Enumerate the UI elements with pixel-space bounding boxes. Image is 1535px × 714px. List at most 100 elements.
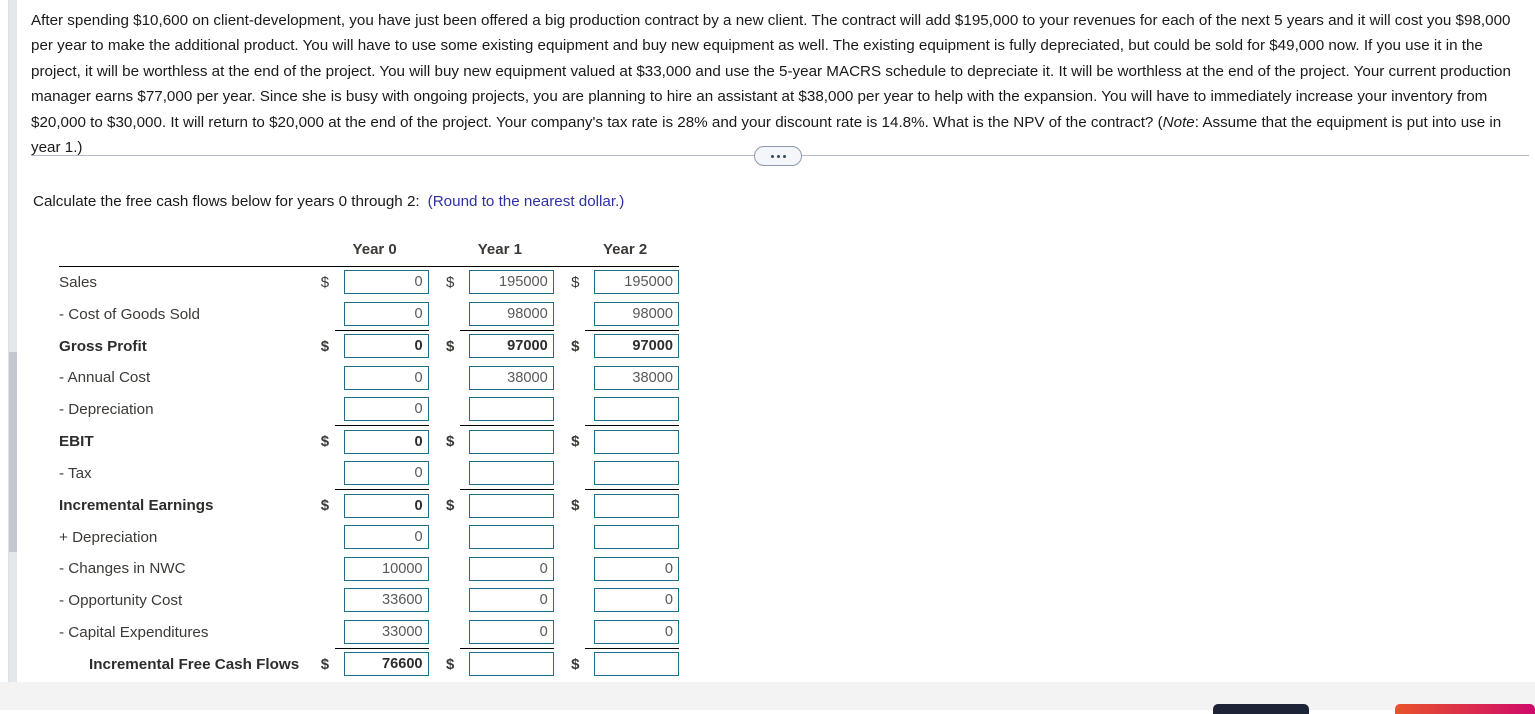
column-gap (429, 553, 446, 585)
more-options-icon[interactable] (754, 146, 802, 166)
currency-symbol: $ (445, 655, 455, 673)
input-cell (334, 329, 429, 362)
header-spacer (59, 234, 321, 266)
currency-symbol: $ (445, 497, 455, 514)
cell-input[interactable] (468, 525, 554, 550)
cell-input[interactable] (468, 429, 554, 454)
table-row: - Depreciation (59, 394, 679, 426)
cell-input[interactable] (468, 301, 554, 326)
cell-input[interactable] (343, 556, 429, 581)
currency-symbol (446, 553, 460, 585)
currency-symbol (571, 585, 585, 617)
currency-symbol (321, 362, 335, 394)
column-gap (429, 585, 446, 617)
input-cell (585, 616, 679, 648)
input-cell (585, 362, 679, 394)
currency-symbol (571, 362, 585, 394)
row-label: - Changes in NWC (59, 560, 186, 578)
cell-input[interactable] (343, 525, 429, 550)
cell-input[interactable] (594, 525, 679, 550)
worksheet-table: Year 0 Year 1 Year 2 Sales$$$- Cost of G… (59, 234, 679, 680)
cell-input[interactable] (594, 652, 679, 677)
cell-input[interactable] (343, 588, 429, 613)
cell-input[interactable] (594, 556, 679, 581)
cell-input[interactable] (343, 493, 429, 518)
cell-input[interactable] (468, 619, 554, 644)
cell-input[interactable] (594, 334, 679, 359)
column-gap (429, 490, 446, 522)
column-gap (429, 648, 446, 680)
input-cell (334, 647, 429, 680)
cell-input[interactable] (468, 652, 554, 677)
input-cell (460, 489, 554, 522)
column-gap (554, 648, 571, 680)
column-gap (429, 330, 446, 362)
column-header-year-0: Year 0 (352, 241, 397, 259)
row-label: Incremental Free Cash Flows (89, 655, 300, 673)
input-cell (585, 585, 679, 617)
cell-input[interactable] (343, 365, 429, 390)
table-row: Incremental Earnings $ $ $ (59, 489, 679, 522)
cell-input[interactable] (594, 365, 679, 390)
input-cell (585, 553, 679, 585)
table-row: Incremental Free Cash Flows $ $ $ (59, 647, 679, 680)
cell-input[interactable] (594, 301, 679, 326)
cell-input[interactable] (468, 461, 554, 486)
cell-input[interactable] (343, 397, 429, 422)
dot-2-icon (776, 154, 780, 158)
cell-input[interactable] (468, 588, 554, 613)
cell-input[interactable] (594, 429, 679, 454)
currency-symbol (321, 298, 335, 330)
column-gap (554, 490, 571, 522)
currency-symbol: $ (320, 337, 330, 355)
cell-input[interactable] (343, 429, 429, 454)
left-scrollbar-track[interactable] (9, 0, 17, 682)
primary-action-button[interactable] (1213, 704, 1309, 714)
cell-input[interactable] (594, 588, 679, 613)
cell-input[interactable] (468, 556, 554, 581)
column-gap (429, 362, 446, 394)
cell-input[interactable] (594, 270, 679, 295)
left-scrollbar-thumb[interactable] (9, 352, 17, 552)
table-row: EBIT $ $ $ (59, 425, 679, 458)
cell-input[interactable] (343, 619, 429, 644)
input-cell (585, 265, 679, 298)
cell-input[interactable] (343, 461, 429, 486)
currency-symbol (571, 616, 585, 648)
column-gap (554, 522, 571, 554)
row-label: Incremental Earnings (59, 497, 214, 514)
secondary-action-button[interactable] (1395, 704, 1535, 714)
cell-input[interactable] (468, 365, 554, 390)
currency-symbol: $ (320, 433, 330, 450)
table-row: - Changes in NWC (59, 553, 679, 585)
currency-symbol (446, 362, 460, 394)
worksheet-head: Year 0 Year 1 Year 2 (59, 234, 679, 266)
currency-symbol: $ (320, 497, 330, 514)
cell-input[interactable] (468, 270, 554, 295)
cell-input[interactable] (343, 301, 429, 326)
input-cell (460, 362, 554, 394)
cell-input[interactable] (594, 461, 679, 486)
currency-symbol (571, 394, 585, 426)
cell-input[interactable] (468, 397, 554, 422)
column-gap (429, 394, 446, 426)
currency-symbol (321, 394, 335, 426)
row-label: Sales (59, 265, 321, 298)
column-gap (554, 553, 571, 585)
cell-input[interactable] (594, 493, 679, 518)
cell-input[interactable] (594, 619, 679, 644)
cell-input[interactable] (468, 334, 554, 359)
currency-symbol (446, 298, 460, 330)
row-label: - Depreciation (59, 401, 154, 418)
column-gap (553, 265, 572, 298)
table-row: Gross Profit $ $ $ (59, 329, 679, 362)
input-cell (585, 298, 679, 330)
cell-input[interactable] (594, 397, 679, 422)
column-gap (554, 458, 571, 490)
cell-input[interactable] (343, 270, 429, 295)
input-cell (460, 329, 554, 362)
cell-input[interactable] (343, 334, 429, 359)
cell-input[interactable] (468, 493, 554, 518)
cell-input[interactable] (343, 652, 429, 677)
content-pane: After spending $10,600 on client-develop… (8, 0, 1529, 682)
